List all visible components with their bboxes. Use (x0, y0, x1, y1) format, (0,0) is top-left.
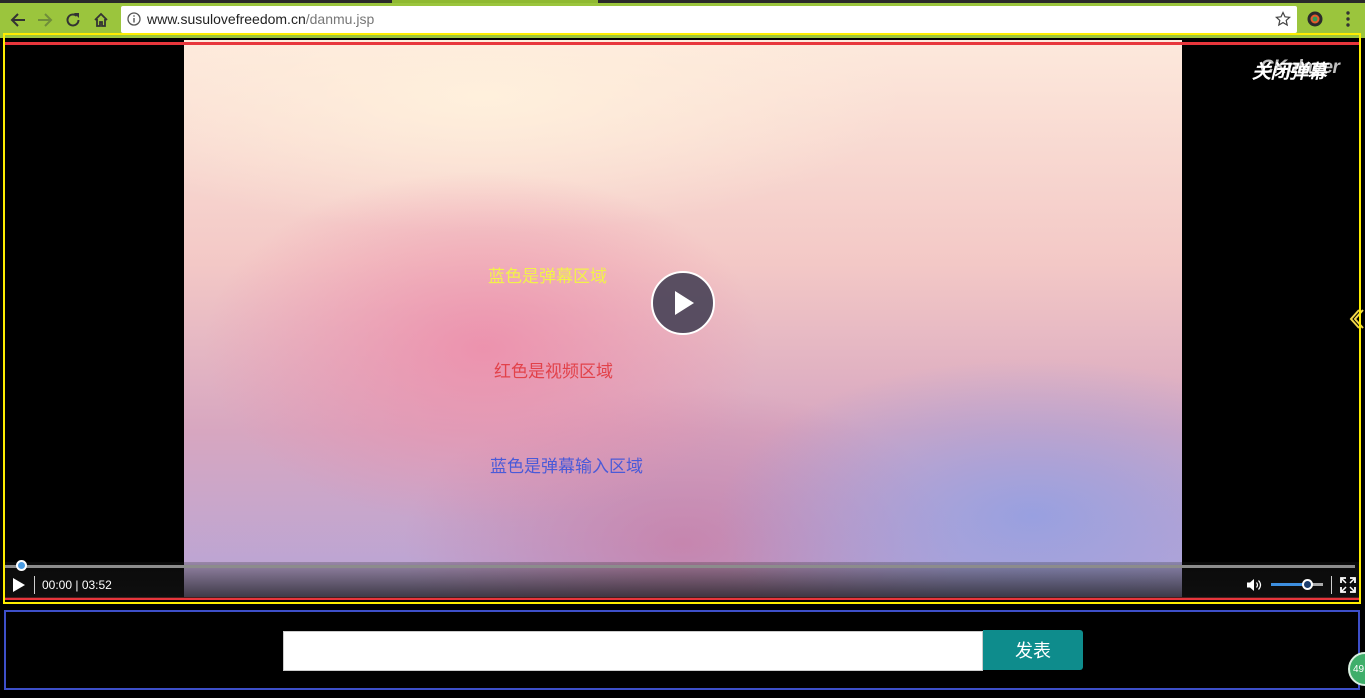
danmu-area-outline (3, 33, 1361, 604)
url-path: /danmu.jsp (305, 11, 375, 27)
back-button[interactable] (6, 8, 30, 32)
reload-button[interactable] (61, 8, 85, 32)
forward-arrow-icon (38, 13, 53, 27)
extension-icon[interactable] (1307, 11, 1323, 27)
reload-icon (66, 13, 80, 27)
bookmark-star-icon[interactable] (1275, 11, 1291, 27)
tab-inactive-edge (598, 0, 1365, 3)
home-button[interactable] (89, 8, 113, 32)
more-menu-icon[interactable] (1342, 10, 1354, 28)
danmu-input[interactable] (283, 631, 983, 671)
send-button[interactable]: 发表 (983, 630, 1083, 670)
url-host: www.susulovefreedom.cn (147, 11, 306, 27)
tab-active-edge (0, 0, 392, 3)
forward-button[interactable] (33, 8, 57, 32)
info-icon[interactable] (127, 12, 141, 26)
home-icon (94, 12, 108, 27)
back-arrow-icon (10, 13, 25, 27)
tab-strip (0, 0, 1365, 3)
address-bar[interactable]: www.susulovefreedom.cn/danmu.jsp (121, 6, 1297, 33)
url-text: www.susulovefreedom.cn/danmu.jsp (147, 11, 374, 27)
